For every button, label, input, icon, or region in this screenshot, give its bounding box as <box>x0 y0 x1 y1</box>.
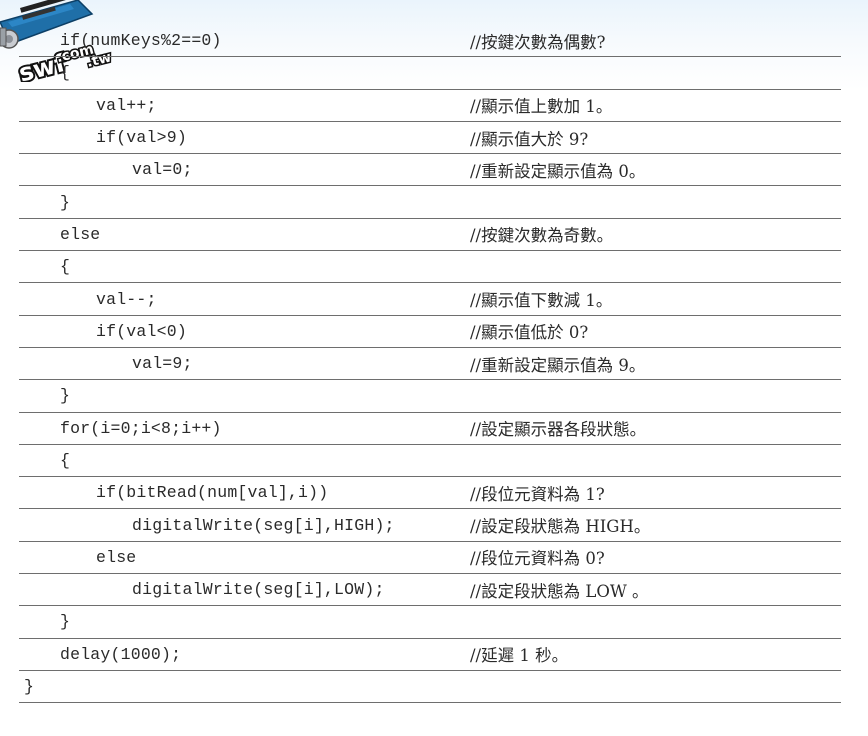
code-comment: //顯示值大於 9? <box>470 129 589 149</box>
code-text: if(val<0) <box>96 321 187 341</box>
code-line: { <box>19 445 841 478</box>
code-comment: //設定段狀態為 LOW 。 <box>470 581 649 601</box>
code-line: else //按鍵次數為奇數。 <box>19 219 841 252</box>
code-line: } <box>19 606 841 639</box>
code-comment: //延遲 1 秒。 <box>470 646 569 666</box>
code-text: digitalWrite(seg[i],HIGH); <box>132 515 395 535</box>
code-line: else //段位元資料為 0? <box>19 542 841 575</box>
code-text: { <box>60 257 71 277</box>
code-text: } <box>24 677 35 697</box>
code-text: if(bitRead(num[val],i)) <box>96 483 329 503</box>
code-text: { <box>60 451 71 470</box>
code-comment: //按鍵次數為偶數? <box>470 32 606 52</box>
code-comment: //重新設定顯示值為 0。 <box>470 161 646 181</box>
code-comment: //段位元資料為 1? <box>470 484 605 504</box>
code-text: val=9; <box>132 354 193 374</box>
code-text: } <box>60 386 71 406</box>
code-line: val--; //顯示值下數減 1。 <box>19 283 841 316</box>
code-line: } <box>19 671 841 704</box>
code-text: } <box>60 192 71 212</box>
code-line: { <box>19 57 841 90</box>
code-line: val=9; //重新設定顯示值為 9。 <box>19 348 841 381</box>
code-text: val=0; <box>132 160 193 180</box>
code-line: digitalWrite(seg[i],LOW); //設定段狀態為 LOW 。 <box>19 574 841 607</box>
code-comment: //顯示值上數加 1。 <box>470 97 613 117</box>
code-text: else <box>60 224 101 244</box>
code-line: val++; //顯示值上數加 1。 <box>19 90 841 122</box>
code-line: } <box>19 380 841 413</box>
code-line: for(i=0;i<8;i++) //設定顯示器各段狀態。 <box>19 413 841 445</box>
code-comment: //顯示值下數減 1。 <box>470 291 613 311</box>
code-table: if(numKeys%2==0) //按鍵次數為偶數? { val++; //顯示值上數… <box>19 25 841 704</box>
code-line: val=0; //重新設定顯示值為 0。 <box>19 154 841 187</box>
code-comment: //重新設定顯示值為 9。 <box>470 355 646 375</box>
code-text: } <box>60 612 71 632</box>
code-line: if(val>9) //顯示值大於 9? <box>19 122 841 155</box>
code-text: for(i=0;i<8;i++) <box>60 418 222 438</box>
code-line: delay(1000); //延遲 1 秒。 <box>19 639 841 671</box>
code-line: digitalWrite(seg[i],HIGH); //設定段狀態為 HIGH。 <box>19 509 841 542</box>
code-comment: //顯示值低於 0? <box>470 323 589 343</box>
code-text: digitalWrite(seg[i],LOW); <box>132 580 385 600</box>
code-line: if(bitRead(num[val],i)) //段位元資料為 1? <box>19 477 841 510</box>
code-line: } <box>19 186 841 219</box>
code-text: if(numKeys%2==0) <box>60 31 222 51</box>
code-comment: //段位元資料為 0? <box>470 549 605 569</box>
code-line: if(val<0) //顯示值低於 0? <box>19 316 841 348</box>
code-comment: //按鍵次數為奇數。 <box>470 226 614 246</box>
code-text: { <box>60 63 71 83</box>
code-comment: //設定顯示器各段狀態。 <box>470 420 647 440</box>
code-text: val++; <box>96 95 157 115</box>
code-line: if(numKeys%2==0) //按鍵次數為偶數? <box>19 25 841 58</box>
code-text: delay(1000); <box>60 644 182 664</box>
code-comment: //設定段狀態為 HIGH。 <box>470 517 651 537</box>
code-text: else <box>96 547 137 567</box>
code-line: { <box>19 251 841 284</box>
code-text: val--; <box>96 289 157 309</box>
code-text: if(val>9) <box>96 128 187 148</box>
